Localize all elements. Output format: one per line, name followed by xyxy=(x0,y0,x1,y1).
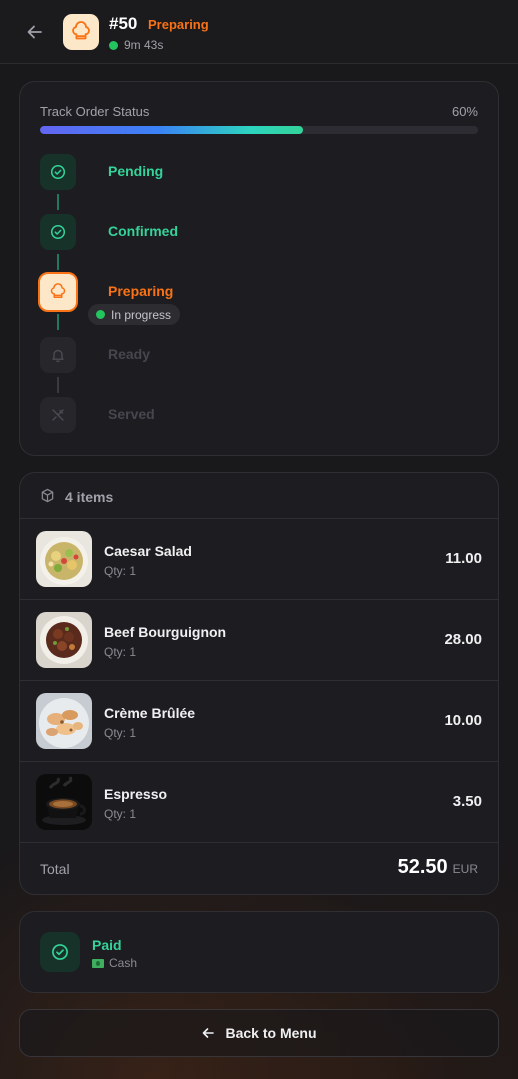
payment-status: Paid xyxy=(92,937,122,953)
beef-bourguignon-thumbnail xyxy=(36,612,92,668)
order-status-card: Track Order Status 60% Pending Confirmed… xyxy=(19,81,499,456)
order-number: #50 xyxy=(109,14,138,33)
caesar-salad-thumbnail xyxy=(36,531,92,587)
progress-bar xyxy=(40,126,478,134)
order-status-label: Preparing xyxy=(148,17,209,32)
check-circle-icon xyxy=(40,932,80,972)
step-label: Served xyxy=(108,406,155,422)
item-qty: Qty: 1 xyxy=(104,726,137,740)
step-connector xyxy=(57,254,59,270)
creme-brulee-thumbnail xyxy=(36,693,92,749)
step-connector xyxy=(57,314,59,330)
back-arrow-icon[interactable] xyxy=(24,21,46,43)
total-amount: 52.50 EUR xyxy=(398,856,478,879)
step-pending: Pending xyxy=(40,154,460,190)
step-ready: Ready xyxy=(40,337,460,373)
package-icon xyxy=(40,488,55,508)
order-items-card: 4 items Caesar Salad Qty: 1 11.00 Beef B… xyxy=(19,472,499,895)
item-name: Beef Bourguignon xyxy=(104,624,227,640)
elapsed-timer: 9m 43s xyxy=(109,38,163,52)
total-label: Total xyxy=(40,861,70,877)
elapsed-time: 9m 43s xyxy=(124,38,164,52)
cash-icon xyxy=(92,958,104,968)
order-item-row: Caesar Salad Qty: 1 11.00 xyxy=(20,519,498,600)
payment-method: Cash xyxy=(92,956,137,970)
status-dot-icon xyxy=(96,310,105,319)
track-title: Track Order Status xyxy=(40,104,150,119)
item-price: 10.00 xyxy=(444,712,482,729)
item-name: Espresso xyxy=(104,786,168,802)
items-count: 4 items xyxy=(65,489,114,505)
progress-fill xyxy=(40,126,303,134)
back-to-menu-button[interactable]: Back to Menu xyxy=(19,1009,499,1057)
check-circle-icon xyxy=(40,214,76,250)
arrow-left-icon xyxy=(203,1028,215,1038)
track-percent: 60% xyxy=(451,104,478,119)
payment-method-label: Cash xyxy=(109,956,138,970)
back-to-menu-label: Back to Menu xyxy=(225,1025,317,1041)
step-label: Confirmed xyxy=(108,223,178,239)
total-value: 52.50 xyxy=(397,856,448,878)
espresso-thumbnail xyxy=(36,774,92,830)
step-label: Pending xyxy=(108,163,164,179)
chef-hat-icon xyxy=(63,14,99,50)
in-progress-label: In progress xyxy=(111,307,172,322)
items-header: 4 items xyxy=(20,473,498,519)
live-dot-icon xyxy=(109,40,118,50)
chef-hat-icon xyxy=(38,272,78,312)
order-header: #50 Preparing 9m 43s xyxy=(0,0,518,64)
step-connector xyxy=(57,194,59,210)
utensils-crossed-icon xyxy=(40,397,76,433)
check-circle-icon xyxy=(40,154,76,190)
step-label: Preparing xyxy=(108,283,174,299)
item-price: 28.00 xyxy=(444,631,482,648)
item-qty: Qty: 1 xyxy=(104,807,137,821)
order-item-row: Beef Bourguignon Qty: 1 28.00 xyxy=(20,600,498,681)
bell-icon xyxy=(40,337,76,373)
step-confirmed: Confirmed xyxy=(40,214,460,250)
order-item-row: Espresso Qty: 1 3.50 xyxy=(20,762,498,843)
item-qty: Qty: 1 xyxy=(104,645,137,659)
item-name: Caesar Salad xyxy=(104,543,192,559)
item-price: 3.50 xyxy=(452,793,482,810)
item-name: Crème Brûlée xyxy=(104,705,196,721)
payment-card: Paid Cash xyxy=(19,911,499,993)
total-currency: EUR xyxy=(452,862,478,876)
step-connector xyxy=(57,377,59,393)
item-qty: Qty: 1 xyxy=(104,564,137,578)
item-price: 11.00 xyxy=(445,550,482,567)
in-progress-badge: In progress xyxy=(88,304,181,325)
step-label: Ready xyxy=(108,346,151,362)
step-served: Served xyxy=(40,397,460,433)
order-item-row: Crème Brûlée Qty: 1 10.00 xyxy=(20,681,498,762)
